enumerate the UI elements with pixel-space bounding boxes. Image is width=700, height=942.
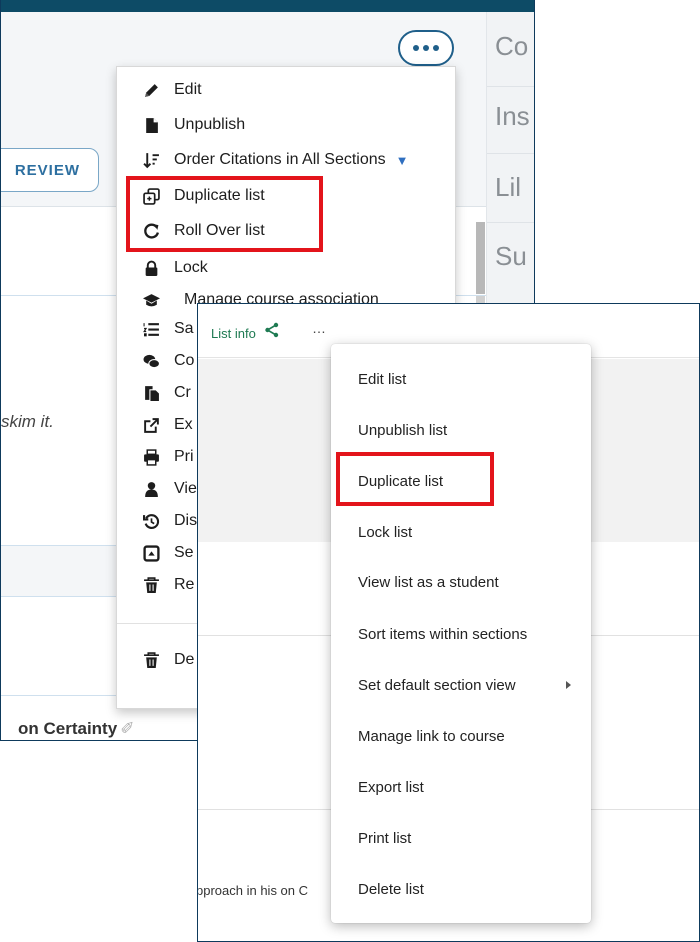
sort-icon xyxy=(141,150,161,170)
preview-button[interactable]: REVIEW xyxy=(1,148,99,192)
menu-item-unpublish[interactable]: Unpublish xyxy=(141,109,245,141)
citation-title[interactable]: on Certainty ✐ xyxy=(18,719,134,739)
more-options-button[interactable]: … xyxy=(312,320,327,336)
file-icon xyxy=(141,115,161,135)
right-pane-divider xyxy=(487,86,534,87)
menu-item-sort-items[interactable]: Sort items within sections xyxy=(358,622,527,646)
menu-item-export[interactable]: Ex xyxy=(141,409,193,441)
menu-item-sort[interactable]: Sa xyxy=(141,313,194,345)
menu-item-delete[interactable]: De xyxy=(141,644,194,676)
menu-item-edit-list[interactable]: Edit list xyxy=(358,367,406,391)
menu-item-label: Se xyxy=(174,544,194,561)
description-text: skim it. xyxy=(1,412,54,431)
menu-item-label: Cr xyxy=(174,384,191,401)
right-pane-item[interactable]: Lil xyxy=(495,172,521,203)
menu-item-unpublish-list[interactable]: Unpublish list xyxy=(358,418,447,442)
menu-item-order-citations[interactable]: Order Citations in All Sections ▼ xyxy=(141,144,409,176)
history-icon xyxy=(141,511,161,531)
edit-pencil-icon[interactable]: ✐ xyxy=(120,719,134,738)
menu-item-print-list[interactable]: Print list xyxy=(358,826,411,850)
menu-item-view[interactable]: Vie xyxy=(141,473,197,505)
list-options-menu: Edit list Unpublish list Duplicate list … xyxy=(331,344,591,923)
trash-icon xyxy=(141,575,161,595)
right-pane-divider xyxy=(487,222,534,223)
right-pane-item[interactable]: Ins xyxy=(495,101,530,132)
menu-item-edit[interactable]: Edit xyxy=(141,74,202,106)
list-icon xyxy=(141,319,161,339)
ellipsis-dot xyxy=(423,45,429,51)
menu-item-manage-link[interactable]: Manage link to course xyxy=(358,724,505,748)
menu-item-lock-list[interactable]: Lock list xyxy=(358,520,412,544)
external-link-icon xyxy=(141,415,161,435)
scrollbar-thumb[interactable] xyxy=(476,222,485,294)
ellipsis-dot xyxy=(433,45,439,51)
right-pane-item[interactable]: Su xyxy=(495,241,527,272)
citation-title-text: on Certainty xyxy=(18,719,118,738)
menu-item-default-section-view[interactable]: Set default section view xyxy=(358,673,516,697)
menu-item-comments[interactable]: Co xyxy=(141,345,194,377)
ellipsis-icon xyxy=(413,45,419,51)
menu-item-label: De xyxy=(174,651,195,668)
menu-item-delete-list[interactable]: Delete list xyxy=(358,877,424,901)
chevron-down-icon[interactable]: ▼ xyxy=(396,153,409,168)
highlight-box xyxy=(336,452,494,506)
chevron-right-icon xyxy=(566,681,571,689)
share-icon[interactable] xyxy=(264,322,280,338)
menu-item-label: Order Citations in All Sections xyxy=(174,151,386,168)
menu-item-lock[interactable]: Lock xyxy=(141,252,208,284)
menu-item-label: Dis xyxy=(174,512,198,529)
menu-item-label: Lock xyxy=(174,259,208,276)
right-pane-divider xyxy=(487,153,534,154)
menu-item-view-as-student[interactable]: View list as a student xyxy=(358,570,499,594)
more-actions-button[interactable] xyxy=(398,30,454,66)
lock-icon xyxy=(141,258,161,278)
menu-item-label: Co xyxy=(174,352,195,369)
pencil-icon xyxy=(141,80,161,100)
menu-item-print[interactable]: Pri xyxy=(141,441,194,473)
user-icon xyxy=(141,479,161,499)
copy-icon xyxy=(141,383,161,403)
print-icon xyxy=(141,447,161,467)
menu-item-label: Edit xyxy=(174,81,202,98)
comments-icon xyxy=(141,351,161,371)
menu-item-label: Sa xyxy=(174,320,194,337)
caret-square-icon xyxy=(141,543,161,563)
menu-item-create[interactable]: Cr xyxy=(141,377,191,409)
menu-item-display[interactable]: Dis xyxy=(141,505,197,537)
menu-item-label: Re xyxy=(174,576,195,593)
graduation-cap-icon xyxy=(141,290,161,310)
menu-item-section[interactable]: Se xyxy=(141,537,194,569)
list-info-tab[interactable]: List info xyxy=(211,326,256,341)
menu-item-remove[interactable]: Re xyxy=(141,569,194,601)
right-pane-item[interactable]: Co xyxy=(495,31,528,62)
menu-item-export-list[interactable]: Export list xyxy=(358,775,424,799)
menu-item-label: Unpublish xyxy=(174,116,246,133)
top-bar xyxy=(1,0,534,12)
menu-item-label: Ex xyxy=(174,416,193,433)
new-list-screen: List info … pproach in his on C Edit lis… xyxy=(197,303,700,942)
highlight-box xyxy=(126,176,323,252)
citation-snippet: pproach in his on C xyxy=(197,883,309,898)
menu-item-label: Pri xyxy=(174,448,194,465)
menu-item-label: Vie xyxy=(174,480,197,497)
trash-icon xyxy=(141,650,161,670)
